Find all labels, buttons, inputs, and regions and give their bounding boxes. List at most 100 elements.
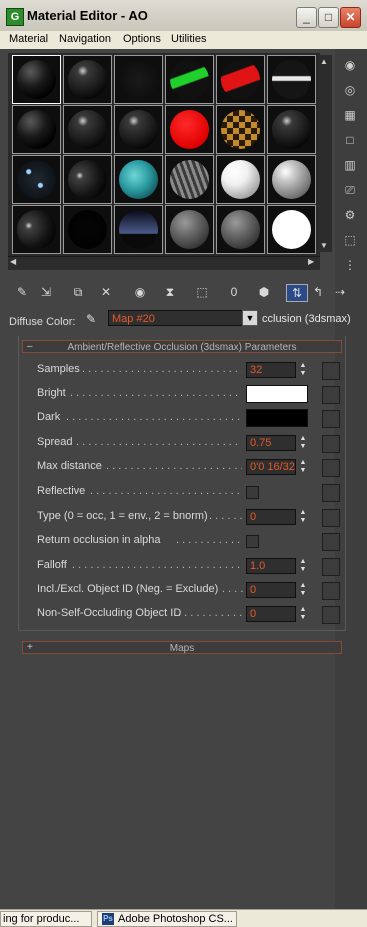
- make-unique-icon[interactable]: ⧗: [160, 284, 180, 300]
- menu-options[interactable]: Options: [123, 33, 161, 45]
- sample-slot[interactable]: [12, 155, 61, 204]
- sample-slot[interactable]: [267, 155, 316, 204]
- sample-slot[interactable]: [63, 105, 112, 154]
- sample-slot[interactable]: [216, 105, 265, 154]
- bright-map-button[interactable]: [322, 386, 340, 404]
- sample-slot[interactable]: [12, 205, 61, 254]
- options-icon[interactable]: ⚙: [340, 206, 360, 224]
- taskbar-item-label: ing for produc...: [3, 913, 80, 925]
- put-to-scene-icon[interactable]: ⇲: [36, 284, 56, 300]
- dark-color-swatch[interactable]: [246, 409, 308, 427]
- title-bar[interactable]: G Material Editor - AO _ □ ✕: [0, 0, 367, 31]
- non-self-occluding-map-button[interactable]: [322, 606, 340, 624]
- max-distance-spinner[interactable]: ▲ ▼: [298, 459, 308, 475]
- app-icon: G: [6, 8, 24, 26]
- sample-slot[interactable]: [165, 105, 214, 154]
- maximize-button[interactable]: □: [318, 7, 339, 28]
- scroll-right-icon[interactable]: ▶: [308, 257, 314, 266]
- close-button[interactable]: ✕: [340, 7, 361, 28]
- show-map-icon[interactable]: ⬢: [254, 284, 274, 300]
- map-dropdown-button[interactable]: ▼: [242, 310, 258, 326]
- scroll-down-icon[interactable]: ▼: [320, 241, 328, 250]
- spread-spinner[interactable]: ▲ ▼: [298, 435, 308, 451]
- uv-tiling-icon[interactable]: □: [340, 131, 360, 149]
- sample-slot[interactable]: [63, 55, 112, 104]
- sample-slot[interactable]: [165, 205, 214, 254]
- falloff-spinner[interactable]: ▲ ▼: [298, 558, 308, 574]
- sample-sphere: [221, 60, 260, 99]
- sample-slot[interactable]: [267, 55, 316, 104]
- minimize-button[interactable]: _: [296, 7, 317, 28]
- go-forward-icon[interactable]: ⇢: [330, 284, 350, 300]
- return-occlusion-map-button[interactable]: [322, 533, 340, 551]
- falloff-map-button[interactable]: [322, 558, 340, 576]
- menu-utilities[interactable]: Utilities: [171, 33, 206, 45]
- samples-spinner[interactable]: ▲ ▼: [298, 362, 308, 378]
- scroll-up-icon[interactable]: ▲: [320, 57, 328, 66]
- incl-excl-map-button[interactable]: [322, 582, 340, 600]
- sample-slot[interactable]: [12, 55, 61, 104]
- sample-sphere: [119, 210, 158, 249]
- samples-input[interactable]: 32: [246, 362, 296, 378]
- sample-slot[interactable]: [114, 205, 163, 254]
- sample-slot[interactable]: [114, 105, 163, 154]
- maps-rollout-header[interactable]: + Maps: [22, 641, 342, 654]
- make-copy-icon[interactable]: ◉: [130, 284, 150, 300]
- non-self-occluding-input[interactable]: 0: [246, 606, 296, 622]
- sample-slot[interactable]: [114, 155, 163, 204]
- bright-color-swatch[interactable]: [246, 385, 308, 403]
- make-preview-icon[interactable]: ⎚: [340, 181, 360, 199]
- slots-vertical-scrollbar[interactable]: ▲ ▼: [318, 55, 332, 252]
- material-id-icon[interactable]: 0: [224, 284, 244, 300]
- samples-map-button[interactable]: [322, 362, 340, 380]
- sample-slot[interactable]: [165, 155, 214, 204]
- menu-navigation[interactable]: Navigation: [59, 33, 111, 45]
- material-navigator-icon[interactable]: ⋮: [340, 256, 360, 274]
- sample-slot[interactable]: [63, 205, 112, 254]
- eyedropper-icon[interactable]: ✎: [86, 312, 96, 326]
- sample-slot[interactable]: [165, 55, 214, 104]
- non-self-occluding-spinner[interactable]: ▲ ▼: [298, 606, 308, 622]
- falloff-input[interactable]: 1.0: [246, 558, 296, 574]
- sample-slot[interactable]: [12, 105, 61, 154]
- slots-horizontal-scrollbar[interactable]: ◀ ▶: [8, 256, 320, 270]
- taskbar-item[interactable]: ing for produc...: [0, 911, 92, 927]
- backlight-icon[interactable]: ◎: [340, 81, 360, 99]
- max-distance-input[interactable]: 0'0 16/32": [246, 459, 296, 475]
- map-name-field[interactable]: Map #20: [108, 310, 244, 326]
- sample-slot[interactable]: [216, 205, 265, 254]
- spread-input[interactable]: 0.75: [246, 435, 296, 451]
- assign-to-selection-icon[interactable]: ⧉: [68, 284, 88, 300]
- sample-slot[interactable]: [216, 155, 265, 204]
- spread-map-button[interactable]: [322, 435, 340, 453]
- sample-slot[interactable]: [267, 205, 316, 254]
- reflective-checkbox[interactable]: [246, 486, 259, 499]
- reflective-map-button[interactable]: [322, 484, 340, 502]
- falloff-label: Falloff: [37, 559, 67, 571]
- type-spinner[interactable]: ▲ ▼: [298, 509, 308, 525]
- go-to-parent-icon[interactable]: ↰: [308, 284, 328, 300]
- video-check-icon[interactable]: ▥: [340, 156, 360, 174]
- menu-material[interactable]: Material: [9, 33, 48, 45]
- sample-slot[interactable]: [267, 105, 316, 154]
- taskbar-item-photoshop[interactable]: Ps Adobe Photoshop CS...: [97, 911, 237, 927]
- type-input[interactable]: 0: [246, 509, 296, 525]
- sample-slot[interactable]: [114, 55, 163, 104]
- get-material-icon[interactable]: ✎: [12, 284, 32, 300]
- scroll-left-icon[interactable]: ◀: [10, 257, 16, 266]
- sample-type-icon[interactable]: ◉: [340, 56, 360, 74]
- sample-slot[interactable]: [63, 155, 112, 204]
- sample-slot[interactable]: [216, 55, 265, 104]
- dark-map-button[interactable]: [322, 410, 340, 428]
- incl-excl-input[interactable]: 0: [246, 582, 296, 598]
- background-icon[interactable]: ▦: [340, 106, 360, 124]
- show-end-result-icon[interactable]: ⇅: [286, 284, 308, 302]
- select-by-material-icon[interactable]: ⬚: [340, 231, 360, 249]
- return-occlusion-checkbox[interactable]: [246, 535, 259, 548]
- type-map-button[interactable]: [322, 509, 340, 527]
- put-to-library-icon[interactable]: ⬚: [192, 284, 212, 300]
- map-type-button[interactable]: cclusion (3dsmax): [262, 313, 351, 325]
- incl-excl-spinner[interactable]: ▲ ▼: [298, 582, 308, 598]
- reset-icon[interactable]: ✕: [96, 284, 116, 300]
- max-distance-map-button[interactable]: [322, 459, 340, 477]
